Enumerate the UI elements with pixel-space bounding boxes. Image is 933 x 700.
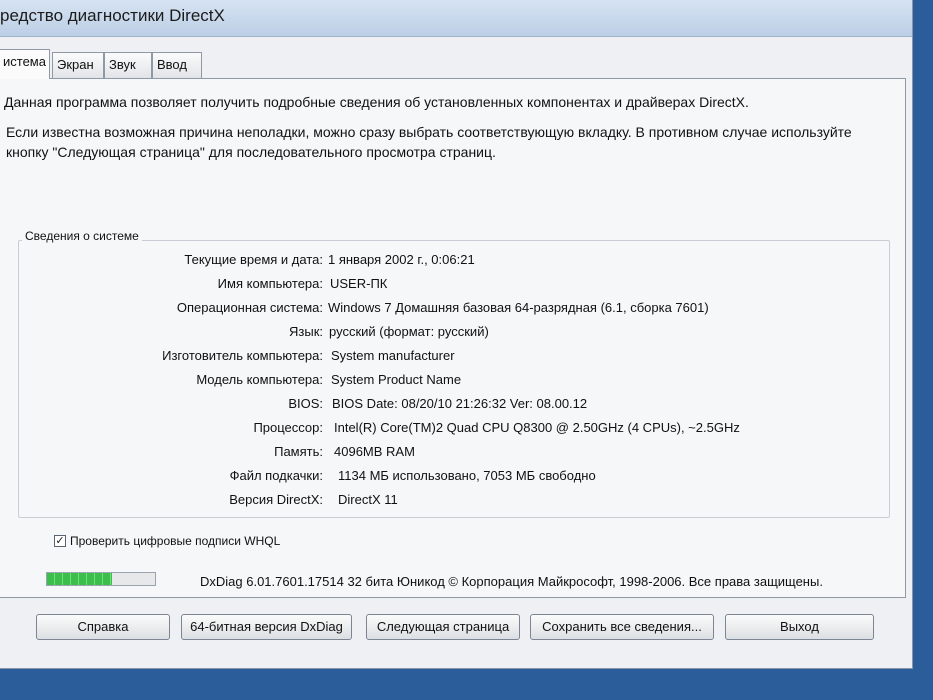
info-value: DirectX 11 [338, 492, 398, 507]
info-row-label: Язык: [0, 324, 323, 344]
info-label-text: Файл подкачки: [229, 468, 323, 483]
dxdiag-64bit-button[interactable]: 64-битная версия DxDiag [181, 614, 352, 640]
info-row-label: Версия DirectX: [0, 492, 323, 512]
info-row-label: Имя компьютера: [0, 276, 323, 296]
info-value: System manufacturer [331, 348, 455, 363]
info-value: 1134 МБ использовано, 7053 МБ свободно [338, 468, 596, 483]
dxdiag-window: редство диагностики DirectX истема Экран… [0, 0, 913, 669]
progress-bar [46, 572, 156, 586]
tab-display[interactable]: Экран [52, 52, 104, 78]
info-label-text: Текущие время и дата: [184, 252, 323, 267]
window-title: редство диагностики DirectX [0, 6, 225, 25]
info-label-text: Изготовитель компьютера: [162, 348, 323, 363]
next-page-button[interactable]: Следующая страница [366, 614, 520, 640]
info-label-text: Операционная система: [176, 300, 323, 315]
info-label-text: Процессор: [253, 420, 323, 435]
info-row-label: BIOS: [0, 396, 323, 416]
tab-input[interactable]: Ввод [152, 52, 202, 78]
info-value: 1 января 2002 г., 0:06:21 [328, 252, 475, 267]
intro-hint-text: Если известна возможная причина неполадк… [6, 124, 852, 160]
info-row-label: Модель компьютера: [0, 372, 323, 392]
info-label-text: Имя компьютера: [217, 276, 323, 291]
tab-sound[interactable]: Звук [104, 52, 152, 78]
info-row-label: Операционная система: [0, 300, 323, 320]
info-label-text: Язык: [289, 324, 323, 339]
whql-checkbox-label: Проверить цифровые подписи WHQL [70, 534, 281, 548]
tab-system[interactable]: истема [0, 49, 50, 79]
progress-bar-fill [47, 573, 112, 585]
info-value: USER-ПК [330, 276, 388, 291]
info-label-text: Память: [274, 444, 323, 459]
info-value: Intel(R) Core(TM)2 Quad CPU Q8300 @ 2.50… [334, 420, 740, 435]
info-label-text: Модель компьютера: [196, 372, 323, 387]
info-row-label: Процессор: [0, 420, 323, 440]
info-value: русский (формат: русский) [329, 324, 489, 339]
intro-text: Данная программа позволяет получить подр… [4, 94, 749, 110]
copyright-text: DxDiag 6.01.7601.17514 32 бита Юникод © … [200, 574, 823, 589]
info-value: 4096MB RAM [334, 444, 415, 459]
title-bar[interactable]: редство диагностики DirectX [0, 0, 912, 37]
info-label-text: Версия DirectX: [229, 492, 323, 507]
info-label-text: BIOS: [288, 396, 323, 411]
info-row-label: Изготовитель компьютера: [0, 348, 323, 368]
info-value: BIOS Date: 08/20/10 21:26:32 Ver: 08.00.… [332, 396, 588, 411]
info-value: Windows 7 Домашняя базовая 64-разрядная … [328, 300, 709, 315]
system-info-title: Сведения о системе [22, 229, 142, 243]
save-all-button[interactable]: Сохранить все сведения... [530, 614, 714, 640]
whql-checkbox[interactable]: ✓ [54, 535, 66, 547]
info-value: System Product Name [331, 372, 462, 387]
exit-button[interactable]: Выход [725, 614, 874, 640]
info-row-label: Память: [0, 444, 323, 464]
info-row-label: Текущие время и дата: [0, 252, 323, 272]
help-button[interactable]: Справка [36, 614, 170, 640]
info-row-label: Файл подкачки: [0, 468, 323, 488]
